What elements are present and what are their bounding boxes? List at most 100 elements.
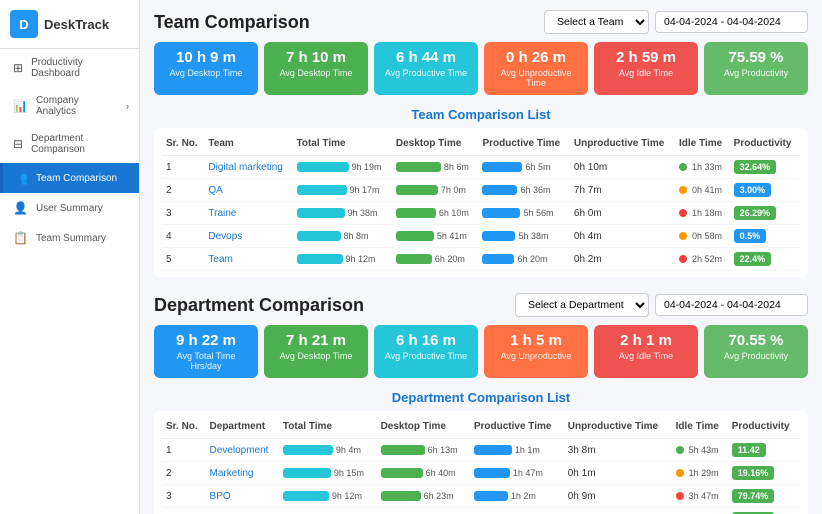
table-row: 2Marketing 9h 15m 6h 40m 1h 47m 0h 1m 1h… bbox=[162, 462, 800, 485]
stat-lbl-2: Avg Productive Time bbox=[384, 351, 468, 361]
col-idle-time: Idle Time bbox=[672, 417, 728, 439]
table-row: 1Development 9h 4m 6h 13m 1h 1m 3h 8m 5h… bbox=[162, 439, 800, 462]
dept-section-header: Department Comparison Select a Departmen… bbox=[154, 293, 808, 317]
idle-time: 0h 41m bbox=[675, 179, 730, 202]
sr-no: 1 bbox=[162, 156, 204, 179]
unproductive-time: 0h 4m bbox=[570, 225, 675, 248]
sidebar-item-1[interactable]: 📊 Company Analytics › bbox=[0, 87, 139, 125]
sidebar-item-0[interactable]: ⊞ Productivity Dashboard bbox=[0, 49, 139, 87]
team-select-dropdown[interactable]: Select a Team bbox=[544, 10, 649, 34]
sidebar-item-2[interactable]: ⊟ Department Comparison bbox=[0, 125, 139, 163]
logo: D DeskTrack bbox=[0, 0, 139, 49]
idle-time: 3h 31m bbox=[672, 508, 728, 514]
col-total-time: Total Time bbox=[293, 134, 392, 156]
productive-time: 1h 1m bbox=[470, 439, 564, 462]
team-name[interactable]: Digital marketing bbox=[204, 156, 292, 179]
team-date-input[interactable] bbox=[655, 11, 808, 33]
productive-time: 1h 6m bbox=[470, 508, 564, 514]
table-row: 3Traine 9h 38m 6h 10m 5h 56m 6h 0m 1h 18… bbox=[162, 202, 800, 225]
col-productivity: Productivity bbox=[728, 417, 800, 439]
table-row: 1Digital marketing 9h 19m 8h 6m 6h 5m 0h… bbox=[162, 156, 800, 179]
total-time: 9h 15m bbox=[279, 462, 377, 485]
team-header-controls: Select a Team bbox=[544, 10, 808, 34]
main-content: Team Comparison Select a Team 10 h 9 m A… bbox=[140, 0, 822, 514]
sr-no: 2 bbox=[162, 462, 206, 485]
team-name[interactable]: Sales bbox=[206, 508, 279, 514]
team-name[interactable]: Team bbox=[204, 248, 292, 271]
team-table: Sr. No.TeamTotal TimeDesktop TimeProduct… bbox=[162, 134, 800, 271]
unproductive-time: 0h 9m bbox=[564, 485, 672, 508]
team-name[interactable]: QA bbox=[204, 179, 292, 202]
stat-lbl-1: Avg Desktop Time bbox=[274, 351, 358, 361]
stat-card-2: 6 h 16 m Avg Productive Time bbox=[374, 325, 478, 378]
total-time: 9h 4m bbox=[279, 439, 377, 462]
logo-icon: D bbox=[10, 10, 38, 38]
dept-select-dropdown[interactable]: Select a Department bbox=[515, 293, 649, 317]
stat-lbl-2: Avg Productive Time bbox=[384, 68, 468, 78]
stat-val-3: 1 h 5 m bbox=[494, 332, 578, 349]
productive-time: 5h 56m bbox=[478, 202, 569, 225]
total-time: 9h 38m bbox=[293, 202, 392, 225]
team-section-title: Team Comparison bbox=[154, 12, 310, 33]
desktop-time: 6h 13m bbox=[377, 439, 470, 462]
col-unproductive-time: Unproductive Time bbox=[570, 134, 675, 156]
stat-card-0: 9 h 22 m Avg Total Time Hrs/day bbox=[154, 325, 258, 378]
team-name[interactable]: Marketing bbox=[206, 462, 279, 485]
stat-val-3: 0 h 26 m bbox=[494, 49, 578, 66]
desktop-time: 7h 0m bbox=[392, 179, 479, 202]
stat-card-5: 75.59 % Avg Productivity bbox=[704, 42, 808, 95]
idle-time: 1h 33m bbox=[675, 156, 730, 179]
sidebar-icon-5: 📋 bbox=[13, 231, 28, 245]
sidebar-label-5: Team Summary bbox=[36, 233, 106, 244]
productive-time: 1h 47m bbox=[470, 462, 564, 485]
team-stats-row: 10 h 9 m Avg Desktop Time7 h 10 m Avg De… bbox=[154, 42, 808, 95]
col-productive-time: Productive Time bbox=[478, 134, 569, 156]
stat-val-1: 7 h 21 m bbox=[274, 332, 358, 349]
team-name[interactable]: Traine bbox=[204, 202, 292, 225]
stat-val-0: 9 h 22 m bbox=[164, 332, 248, 349]
dept-date-input[interactable] bbox=[655, 294, 808, 316]
sidebar-item-5[interactable]: 📋 Team Summary bbox=[0, 223, 139, 253]
table-row: 4Devops 8h 8m 5h 41m 5h 38m 0h 4m 0h 58m… bbox=[162, 225, 800, 248]
stat-lbl-0: Avg Desktop Time bbox=[164, 68, 248, 78]
team-name[interactable]: Development bbox=[206, 439, 279, 462]
stat-val-5: 70.55 % bbox=[714, 332, 798, 349]
stat-val-2: 6 h 44 m bbox=[384, 49, 468, 66]
stat-card-1: 7 h 10 m Avg Desktop Time bbox=[264, 42, 368, 95]
sidebar-item-3[interactable]: 👥 Team Comparison bbox=[0, 163, 139, 193]
sidebar-icon-3: 👥 bbox=[13, 171, 28, 185]
col-unproductive-time: Unproductive Time bbox=[564, 417, 672, 439]
total-time: 9h 12m bbox=[293, 248, 392, 271]
productive-time: 6h 5m bbox=[478, 156, 569, 179]
sr-no: 2 bbox=[162, 179, 204, 202]
team-name[interactable]: BPO bbox=[206, 485, 279, 508]
sr-no: 1 bbox=[162, 439, 206, 462]
team-list-title: Team Comparison List bbox=[154, 107, 808, 122]
unproductive-time: 0h 10m bbox=[570, 156, 675, 179]
productivity: 26.29% bbox=[730, 202, 800, 225]
sidebar-icon-1: 📊 bbox=[13, 99, 28, 113]
desktop-time: 6h 10m bbox=[392, 202, 479, 225]
team-name[interactable]: Devops bbox=[204, 225, 292, 248]
desktop-time: 8h 6m bbox=[392, 156, 479, 179]
table-row: 5Team 9h 12m 6h 20m 6h 20m 0h 2m 2h 52m … bbox=[162, 248, 800, 271]
unproductive-time: 0h 1m bbox=[564, 462, 672, 485]
stat-card-5: 70.55 % Avg Productivity bbox=[704, 325, 808, 378]
productivity: 22.4% bbox=[730, 248, 800, 271]
col-productivity: Productivity bbox=[730, 134, 800, 156]
stat-val-5: 75.59 % bbox=[714, 49, 798, 66]
productivity: 32.64% bbox=[730, 156, 800, 179]
stat-card-4: 2 h 1 m Avg Idle Time bbox=[594, 325, 698, 378]
team-comparison-table: Sr. No.TeamTotal TimeDesktop TimeProduct… bbox=[154, 128, 808, 277]
table-row: 3BPO 9h 12m 6h 23m 1h 2m 0h 9m 3h 47m 79… bbox=[162, 485, 800, 508]
idle-time: 0h 58m bbox=[675, 225, 730, 248]
sidebar: D DeskTrack ⊞ Productivity Dashboard 📊 C… bbox=[0, 0, 140, 514]
stat-lbl-1: Avg Desktop Time bbox=[274, 68, 358, 78]
total-time: 9h 17m bbox=[293, 179, 392, 202]
col-desktop-time: Desktop Time bbox=[392, 134, 479, 156]
stat-lbl-4: Avg Idle Time bbox=[604, 68, 688, 78]
total-time: 9h 7m bbox=[279, 508, 377, 514]
sidebar-item-4[interactable]: 👤 User Summary bbox=[0, 193, 139, 223]
sidebar-icon-4: 👤 bbox=[13, 201, 28, 215]
productivity: 0.5% bbox=[730, 225, 800, 248]
